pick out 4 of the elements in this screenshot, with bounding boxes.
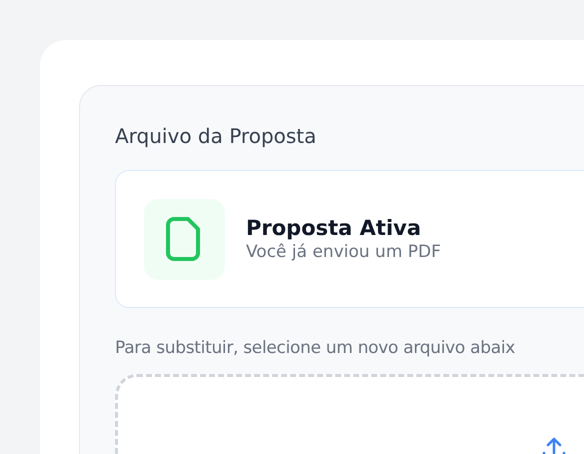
- replace-hint: Para substituir, selecione um novo arquivo abaix: [115, 338, 516, 358]
- section-title: Arquivo da Proposta: [115, 123, 318, 150]
- active-file-title: Proposta Ativa: [246, 216, 422, 240]
- active-file-subtitle: Você já enviou um PDF: [246, 242, 441, 262]
